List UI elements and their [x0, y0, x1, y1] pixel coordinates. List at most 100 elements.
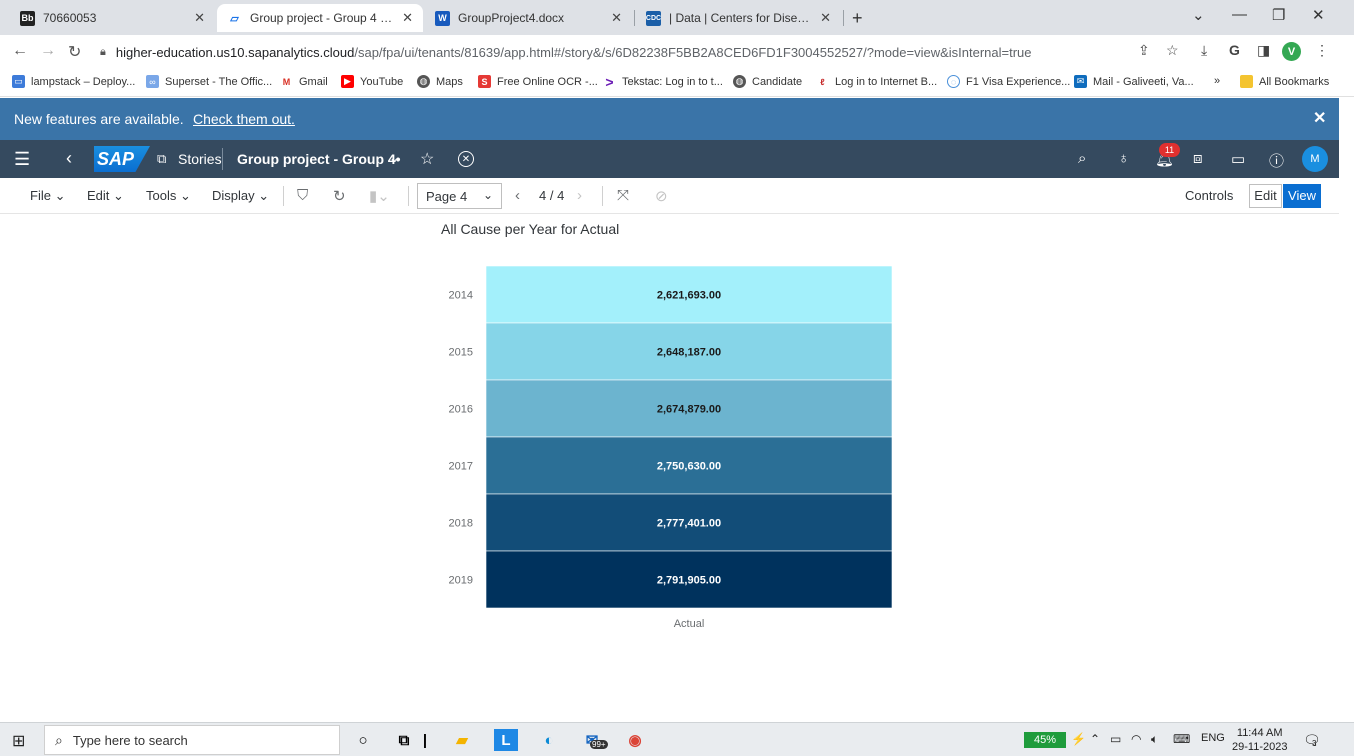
bookmark-item[interactable]: ∞ Superset - The Offic...: [146, 75, 272, 88]
favorite-star-icon[interactable]: ☆: [420, 149, 434, 169]
tab-title: | Data | Centers for Disease Control: [669, 11, 812, 25]
back-arrow-icon[interactable]: ←: [12, 42, 28, 60]
volume-icon[interactable]: 🔈︎: [1151, 732, 1158, 747]
features-banner: New features are available. Check them o…: [0, 98, 1339, 140]
bookmark-item[interactable]: ◌ F1 Visa Experience...: [947, 75, 1070, 88]
display-menu[interactable]: Display ⌄: [212, 188, 269, 204]
clock-date: 29-11-2023: [1232, 741, 1288, 753]
user-avatar[interactable]: M: [1302, 146, 1328, 172]
edge-icon[interactable]: ◐: [537, 729, 561, 751]
browser-tab-strip: Bb 70660053 ✕ ▱ Group project - Group 4 …: [0, 0, 1354, 35]
close-circle-icon[interactable]: ✕: [458, 151, 474, 167]
forward-arrow-icon[interactable]: →: [40, 42, 56, 60]
bookmark-label: Maps: [436, 75, 463, 88]
bookmark-item[interactable]: > Tekstac: Log in to t...: [603, 74, 723, 90]
close-icon[interactable]: ✕: [402, 10, 413, 26]
page-select[interactable]: Page 4 ⌄: [417, 183, 502, 209]
close-icon[interactable]: ✕: [820, 10, 831, 26]
keyboard-icon[interactable]: ⌨: [1173, 732, 1190, 746]
bookmark-item[interactable]: ℓ Log in to Internet B...: [816, 75, 937, 88]
fullscreen-icon[interactable]: ⤧: [617, 187, 629, 204]
bookmark-star-icon[interactable]: ☆: [1166, 42, 1179, 59]
filter-icon[interactable]: ⛉: [297, 187, 308, 204]
bookmark-label: lampstack – Deploy...: [31, 75, 136, 88]
launcher-l-icon[interactable]: L: [494, 729, 518, 751]
story-title[interactable]: Group project - Group 4•: [237, 151, 401, 167]
controls-button[interactable]: Controls: [1185, 188, 1233, 203]
wifi-icon[interactable]: ◠: [1131, 732, 1141, 746]
globe-icon: ◍: [417, 75, 430, 88]
windows-start-icon[interactable]: ⊞: [12, 731, 25, 751]
close-icon[interactable]: ✕: [1313, 108, 1326, 128]
page-counter: 4 / 4: [539, 188, 565, 203]
chevron-down-icon[interactable]: ⌄: [389, 151, 399, 165]
profile-avatar[interactable]: V: [1282, 42, 1301, 61]
chrome-icon[interactable]: ◉: [623, 729, 647, 751]
new-tab-icon[interactable]: +: [852, 8, 863, 29]
tray-chevron-icon[interactable]: ⌃: [1090, 732, 1100, 746]
discussions-icon[interactable]: ⧈: [1193, 150, 1203, 167]
window-close-icon[interactable]: ✕: [1312, 6, 1325, 24]
bookmark-item[interactable]: ▶ YouTube: [341, 75, 403, 88]
share-icon[interactable]: ⇪: [1138, 42, 1150, 59]
refresh-icon[interactable]: ↻: [333, 187, 346, 205]
data-label-2015: 2,648,187.00: [657, 347, 721, 359]
minimize-icon[interactable]: —: [1232, 6, 1247, 23]
bookmark-item[interactable]: All Bookmarks: [1240, 75, 1329, 88]
tools-menu[interactable]: Tools ⌄: [146, 188, 191, 204]
previous-page-icon[interactable]: ‹: [515, 187, 520, 204]
bookmark-icon[interactable]: ▮⌄: [369, 187, 390, 205]
bookmark-item[interactable]: ✉ Mail - Galiveeti, Va...: [1074, 75, 1194, 88]
sidepanel-icon[interactable]: ◨: [1257, 42, 1270, 59]
tab-search-chevron-icon[interactable]: ⌄: [1192, 6, 1205, 24]
bookmark-item[interactable]: S Free Online OCR -...: [478, 75, 598, 88]
cortana-icon[interactable]: ○: [351, 729, 375, 751]
tab-separator: [634, 10, 635, 26]
bookmarks-overflow[interactable]: »: [1214, 75, 1220, 87]
close-icon[interactable]: ✕: [194, 10, 205, 26]
disabled-circle-icon[interactable]: ⊘: [655, 187, 668, 205]
address-bar[interactable]: 🔒︎ higher-education.us10.sapanalytics.cl…: [100, 39, 1210, 65]
next-page-icon[interactable]: ›: [577, 187, 582, 204]
download-icon[interactable]: ⤓: [1201, 42, 1207, 59]
task-view-icon[interactable]: ⧉: [392, 729, 416, 751]
edit-mode-button[interactable]: Edit: [1249, 184, 1282, 208]
outlook-icon: ✉: [1074, 75, 1087, 88]
notification-badge: 11: [1159, 143, 1180, 157]
category-label-2019: 2019: [449, 575, 473, 587]
stories-link[interactable]: Stories: [178, 151, 222, 167]
view-mode-button[interactable]: View: [1283, 184, 1321, 208]
back-chevron-icon[interactable]: ‹: [66, 148, 72, 169]
bookmark-item[interactable]: ◍ Maps: [417, 75, 463, 88]
taskbar-clock[interactable]: 11:44 AM 29-11-2023: [1232, 726, 1287, 754]
taskbar-search[interactable]: ⌕ Type here to search: [44, 725, 340, 755]
grammarly-icon[interactable]: G: [1229, 42, 1240, 58]
edit-menu[interactable]: Edit ⌄: [87, 188, 124, 204]
browser-tab-cdc[interactable]: CDC | Data | Centers for Disease Control…: [636, 4, 841, 32]
lightbulb-icon[interactable]: ♁: [1118, 150, 1129, 167]
file-explorer-icon[interactable]: ▰: [450, 729, 474, 751]
sap-logo[interactable]: SAP: [94, 146, 150, 172]
close-icon[interactable]: ✕: [611, 10, 622, 26]
bookmark-item[interactable]: ▭ lampstack – Deploy...: [12, 75, 135, 88]
ocr-icon: S: [478, 75, 491, 88]
battery-icon[interactable]: ▭: [1110, 732, 1121, 746]
browser-tab-sap-stories[interactable]: ▱ Group project - Group 4 - Stories ✕: [217, 4, 423, 32]
reload-icon[interactable]: ↻: [68, 42, 81, 62]
help-icon[interactable]: ⓘ: [1269, 150, 1284, 171]
battery-indicator[interactable]: 45%: [1024, 732, 1066, 748]
browser-tab-word-doc[interactable]: W GroupProject4.docx ✕: [425, 4, 632, 32]
tab-title: GroupProject4.docx: [458, 11, 565, 25]
bookmark-item[interactable]: M Gmail: [280, 75, 328, 88]
feedback-icon[interactable]: ▭: [1231, 150, 1245, 168]
file-menu[interactable]: File ⌄: [30, 188, 65, 204]
search-icon[interactable]: ⌕: [1078, 150, 1086, 167]
browser-menu-icon[interactable]: ⋮: [1315, 42, 1329, 59]
bookmark-item[interactable]: ◍ Candidate: [733, 75, 802, 88]
banner-link[interactable]: Check them out.: [193, 111, 295, 127]
language-indicator[interactable]: ENG: [1201, 732, 1225, 744]
maximize-icon[interactable]: ❐: [1272, 6, 1285, 24]
bookmark-label: Gmail: [299, 75, 328, 88]
browser-tab-blackboard[interactable]: Bb 70660053 ✕: [10, 4, 215, 32]
menu-icon[interactable]: ☰: [14, 149, 30, 170]
